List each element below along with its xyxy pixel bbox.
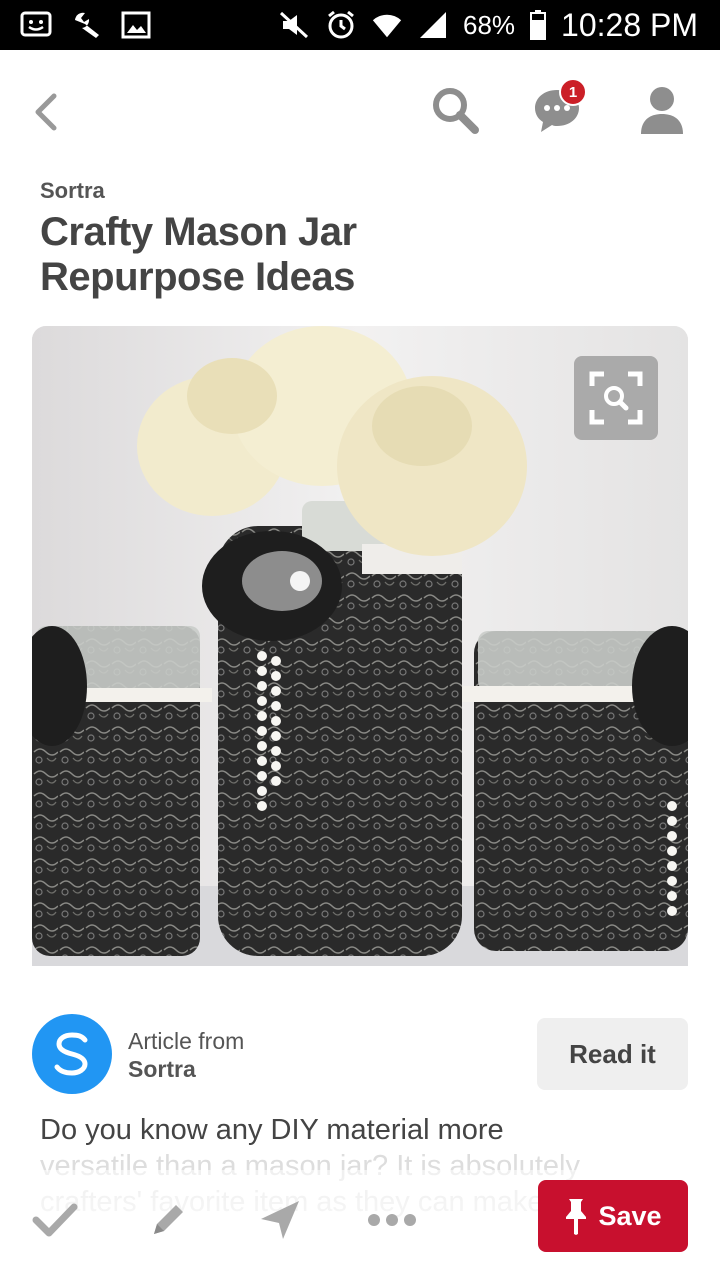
- clock: 10:28 PM: [561, 6, 698, 43]
- battery-icon: [529, 9, 547, 41]
- signal-icon: [417, 9, 449, 41]
- pin-icon: [566, 1199, 587, 1235]
- image-icon: [120, 9, 152, 41]
- action-bar: Save: [0, 1170, 720, 1280]
- pin-source-name[interactable]: Sortra: [40, 178, 105, 204]
- check-icon: [32, 1203, 78, 1237]
- article-row: Article from Sortra Read it: [32, 1012, 688, 1094]
- profile-button[interactable]: [632, 80, 692, 140]
- visual-search-icon: [589, 371, 643, 425]
- pin-title: Crafty Mason Jar Repurpose Ideas: [40, 210, 357, 299]
- back-button[interactable]: [22, 88, 70, 136]
- article-label: Article from: [128, 1028, 245, 1054]
- edit-button[interactable]: [140, 1192, 196, 1248]
- more-icon: [368, 1214, 416, 1226]
- sortra-logo-icon: [54, 1032, 88, 1076]
- source-logo[interactable]: [32, 1014, 112, 1094]
- messages-button[interactable]: 1: [527, 78, 587, 140]
- wifi-icon: [371, 9, 403, 41]
- save-label: Save: [598, 1200, 662, 1231]
- profile-icon: [641, 87, 683, 134]
- notification-badge: 1: [559, 78, 587, 106]
- battery-percent: 68%: [462, 9, 516, 40]
- visual-search-button[interactable]: [574, 356, 658, 440]
- back-icon: [35, 93, 57, 131]
- article-source[interactable]: Sortra: [128, 1056, 196, 1083]
- save-button[interactable]: Save: [538, 1180, 688, 1252]
- status-bar: 68% 10:28 PM: [0, 0, 720, 50]
- mute-icon: [279, 9, 311, 41]
- wrench-icon: [70, 9, 102, 41]
- send-icon: [261, 1201, 299, 1239]
- pin-image[interactable]: [32, 326, 688, 966]
- search-button[interactable]: [425, 80, 485, 140]
- description-text: Do you know any DIY material more: [40, 1114, 504, 1146]
- more-options-button[interactable]: [364, 1192, 420, 1248]
- alarm-icon: [325, 9, 357, 41]
- read-it-button[interactable]: Read it: [537, 1018, 688, 1090]
- screenshot-icon: [20, 9, 52, 41]
- edit-icon: [154, 1205, 183, 1234]
- send-button[interactable]: [252, 1192, 308, 1248]
- tried-it-button[interactable]: [27, 1192, 83, 1248]
- search-icon: [433, 88, 479, 134]
- app-header: 1: [0, 50, 720, 170]
